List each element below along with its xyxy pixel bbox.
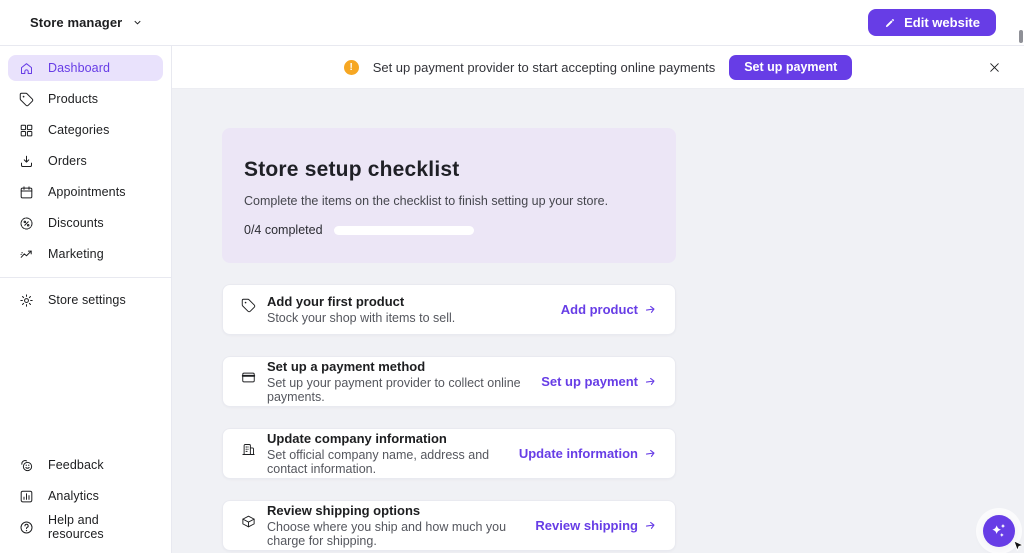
sidebar-item-label: Marketing <box>48 247 104 261</box>
update-information-link[interactable]: Update information <box>519 446 657 461</box>
sidebar-item-dashboard[interactable]: Dashboard <box>8 55 163 81</box>
warning-icon: ! <box>344 60 359 75</box>
sidebar: Dashboard Products Categories Orders <box>0 46 172 553</box>
chevron-down-icon <box>132 17 143 28</box>
task-text: Review shipping options Choose where you… <box>267 503 535 548</box>
edit-website-label: Edit website <box>904 15 980 30</box>
sidebar-item-label: Dashboard <box>48 61 110 75</box>
task-description: Choose where you ship and how much you c… <box>267 520 535 548</box>
banner-setup-payment-button[interactable]: Set up payment <box>729 55 852 80</box>
grid-icon <box>18 122 34 138</box>
question-circle-icon <box>18 519 34 535</box>
checklist-item-shipping: Review shipping options Choose where you… <box>222 500 676 551</box>
arrow-right-icon <box>643 302 658 317</box>
sidebar-item-marketing[interactable]: Marketing <box>8 241 163 267</box>
close-icon <box>988 61 1001 74</box>
sidebar-item-label: Products <box>48 92 98 106</box>
trending-up-icon <box>18 246 34 262</box>
pencil-icon <box>884 17 896 29</box>
progress-row: 0/4 completed <box>244 223 654 237</box>
workspace-label: Store manager <box>30 15 122 30</box>
feedback-smiley-icon <box>18 457 34 473</box>
sidebar-item-label: Help and resources <box>48 513 153 541</box>
percent-circle-icon <box>18 215 34 231</box>
banner-message: Set up payment provider to start accepti… <box>373 60 716 75</box>
sidebar-item-orders[interactable]: Orders <box>8 148 163 174</box>
sidebar-item-products[interactable]: Products <box>8 86 163 112</box>
content-area: Store setup checklist Complete the items… <box>172 89 1024 551</box>
main-content: ! Set up payment provider to start accep… <box>172 46 1024 553</box>
sidebar-item-categories[interactable]: Categories <box>8 117 163 143</box>
scrollbar-thumb[interactable] <box>1019 30 1023 43</box>
checklist-item-add-product: Add your first product Stock your shop w… <box>222 284 676 335</box>
building-icon <box>241 442 256 457</box>
task-action-label: Review shipping <box>535 518 638 533</box>
task-description: Set up your payment provider to collect … <box>267 376 541 404</box>
task-text: Add your first product Stock your shop w… <box>267 294 455 325</box>
store-manager-app: Store manager Edit website Dashboard Pro… <box>0 0 1024 553</box>
task-text: Set up a payment method Set up your paym… <box>267 359 541 404</box>
sparkles-icon <box>989 521 1009 541</box>
sidebar-item-label: Analytics <box>48 489 99 503</box>
task-description: Stock your shop with items to sell. <box>267 311 455 325</box>
task-title: Update company information <box>267 431 519 446</box>
review-shipping-link[interactable]: Review shipping <box>535 518 657 533</box>
checklist-subtitle: Complete the items on the checklist to f… <box>244 194 654 208</box>
task-text: Update company information Set official … <box>267 431 519 476</box>
bar-chart-icon <box>18 488 34 504</box>
sidebar-item-appointments[interactable]: Appointments <box>8 179 163 205</box>
sidebar-item-store-settings[interactable]: Store settings <box>8 287 163 313</box>
tag-icon <box>241 298 256 313</box>
payment-banner: ! Set up payment provider to start accep… <box>172 46 1024 89</box>
sidebar-item-feedback[interactable]: Feedback <box>8 452 163 478</box>
progress-label: 0/4 completed <box>244 223 323 237</box>
progress-bar <box>334 226 474 235</box>
task-description: Set official company name, address and c… <box>267 448 519 476</box>
checklist-item-payment-method: Set up a payment method Set up your paym… <box>222 356 676 407</box>
checklist-title: Store setup checklist <box>244 158 654 182</box>
sidebar-item-label: Store settings <box>48 293 126 307</box>
workspace-switcher[interactable]: Store manager <box>30 15 143 30</box>
sidebar-footer: Feedback Analytics Help and resources <box>0 452 171 553</box>
task-title: Set up a payment method <box>267 359 541 374</box>
sidebar-item-help[interactable]: Help and resources <box>8 514 163 540</box>
download-tray-icon <box>18 153 34 169</box>
sidebar-item-label: Appointments <box>48 185 126 199</box>
home-icon <box>18 60 34 76</box>
sidebar-nav: Dashboard Products Categories Orders <box>0 46 171 272</box>
sidebar-item-analytics[interactable]: Analytics <box>8 483 163 509</box>
edit-website-button[interactable]: Edit website <box>868 9 996 36</box>
arrow-right-icon <box>643 374 658 389</box>
set-up-payment-link[interactable]: Set up payment <box>541 374 657 389</box>
add-product-link[interactable]: Add product <box>561 302 657 317</box>
task-title: Add your first product <box>267 294 455 309</box>
task-action-label: Add product <box>561 302 638 317</box>
sidebar-item-label: Orders <box>48 154 87 168</box>
sidebar-item-label: Discounts <box>48 216 104 230</box>
checklist-header-card: Store setup checklist Complete the items… <box>222 128 676 263</box>
sidebar-item-discounts[interactable]: Discounts <box>8 210 163 236</box>
sidebar-divider <box>0 277 171 278</box>
sidebar-item-label: Categories <box>48 123 109 137</box>
gear-icon <box>18 292 34 308</box>
tag-icon <box>18 91 34 107</box>
ai-assistant-button[interactable] <box>983 515 1015 547</box>
task-action-label: Set up payment <box>541 374 638 389</box>
arrow-right-icon <box>643 518 658 533</box>
arrow-right-icon <box>643 446 658 461</box>
close-banner-button[interactable] <box>984 57 1004 77</box>
checklist-item-company-info: Update company information Set official … <box>222 428 676 479</box>
task-action-label: Update information <box>519 446 638 461</box>
topbar: Store manager Edit website <box>0 0 1024 46</box>
task-title: Review shipping options <box>267 503 535 518</box>
package-icon <box>241 514 256 529</box>
sidebar-item-label: Feedback <box>48 458 104 472</box>
credit-card-icon <box>241 370 256 385</box>
calendar-icon <box>18 184 34 200</box>
